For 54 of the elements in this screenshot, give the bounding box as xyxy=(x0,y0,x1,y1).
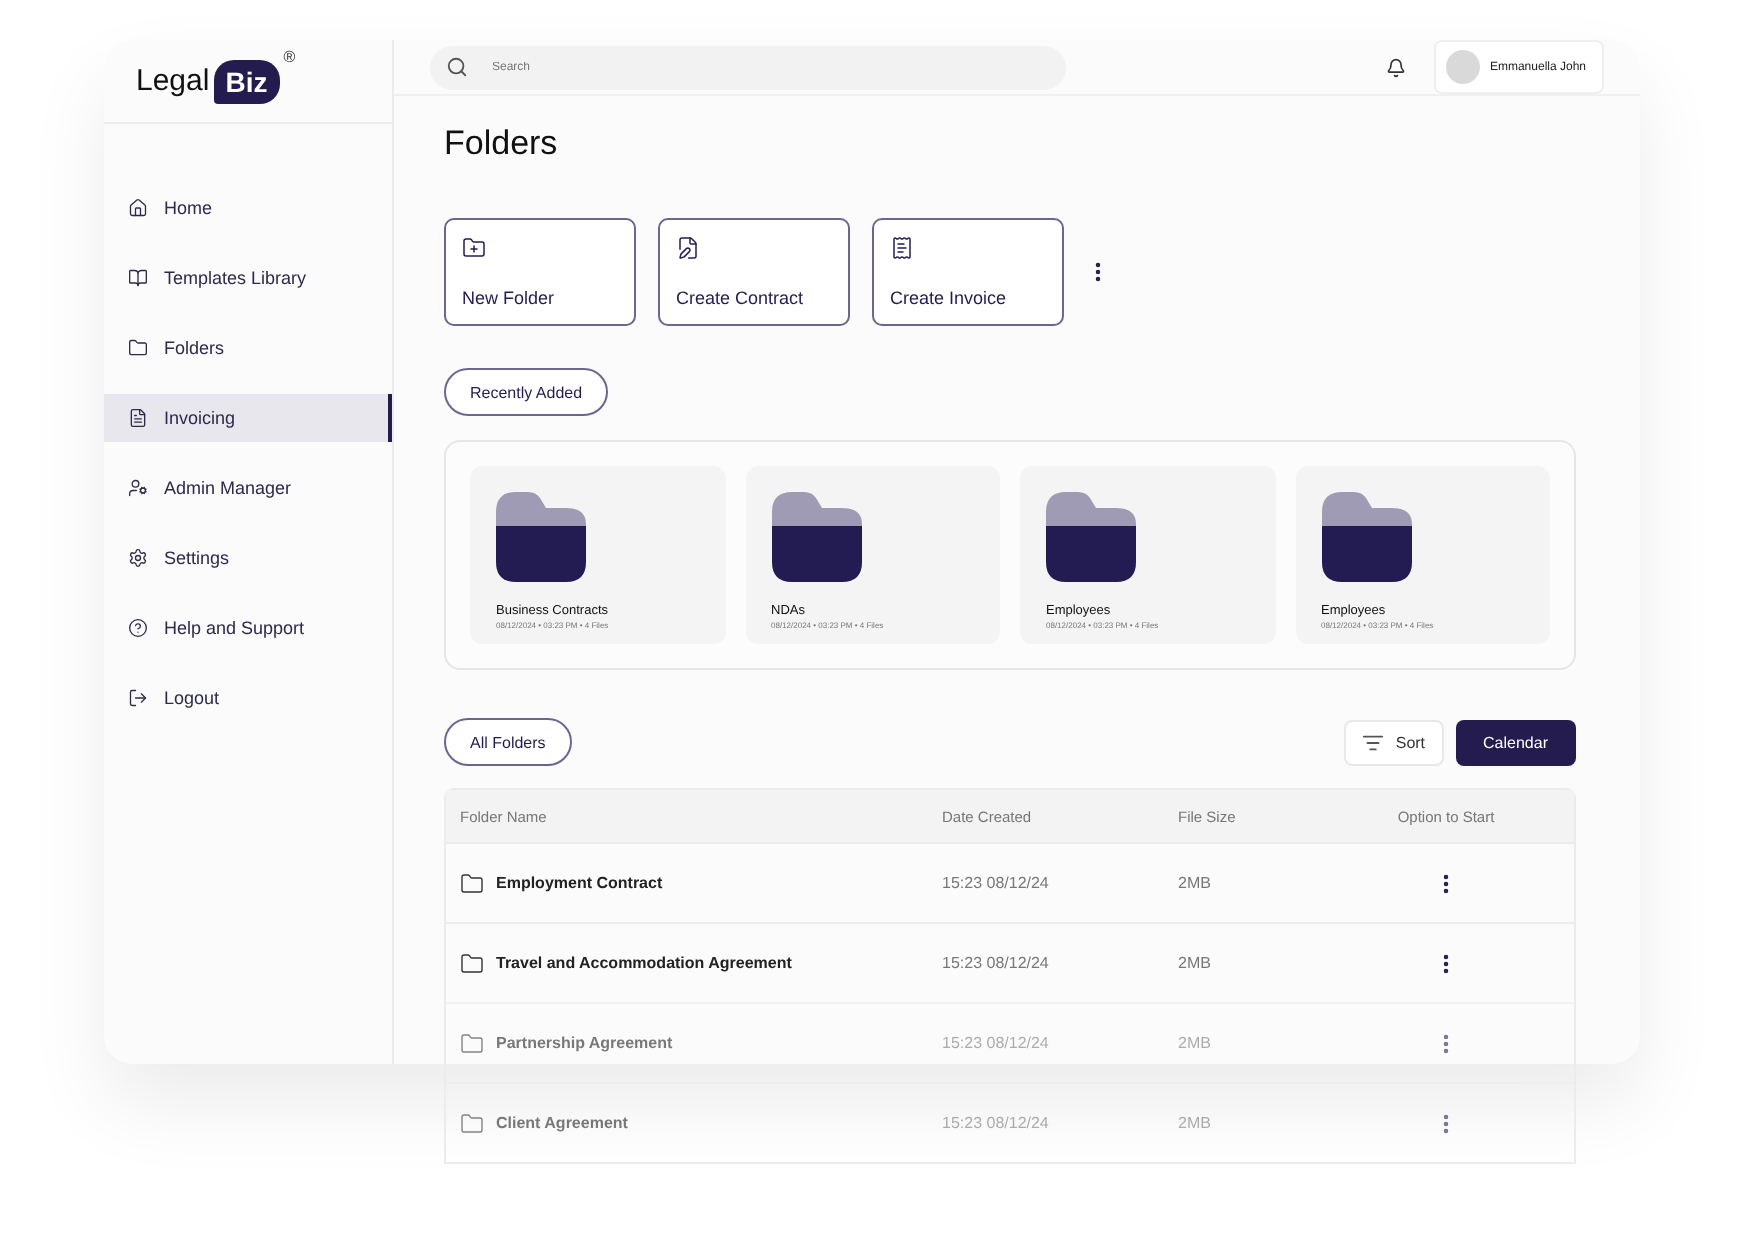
table-cell-text: 2MB xyxy=(1178,1114,1213,1132)
notification-bell-icon[interactable] xyxy=(1385,57,1406,77)
settings-icon xyxy=(128,548,148,568)
folder-name[interactable]: Travel and Accommodation Agreement xyxy=(496,954,792,972)
folder-icon xyxy=(460,871,484,895)
registered-mark: ® xyxy=(283,47,296,65)
folder-icon xyxy=(128,338,148,358)
folder-name[interactable]: Partnership Agreement xyxy=(496,1034,673,1052)
sort-button[interactable]: Sort xyxy=(1343,719,1444,765)
sidebar-item[interactable]: Invoicing xyxy=(104,394,392,442)
book-icon xyxy=(128,268,148,288)
logo-text: Legal xyxy=(136,64,210,98)
action-card[interactable]: Create Contract xyxy=(658,218,850,326)
folder-drawing xyxy=(1046,492,1136,582)
folder-name[interactable]: Client Agreement xyxy=(496,1114,628,1132)
table-cell-text: 2MB xyxy=(1178,954,1213,972)
table-cell-text: 15:23 08/12/24 xyxy=(942,1034,1051,1052)
table-cell-text: 15:23 08/12/24 xyxy=(942,874,1051,892)
folder-drawing xyxy=(1321,492,1411,582)
user-gear-icon xyxy=(128,478,148,498)
filter-icon xyxy=(1361,731,1384,753)
sidebar-item[interactable]: Home xyxy=(104,184,392,232)
calendar-button[interactable]: Calendar xyxy=(1455,719,1576,765)
page-title: Folders xyxy=(444,124,560,164)
document-pen-icon xyxy=(676,236,700,260)
sidebar-item[interactable]: Templates Library xyxy=(104,254,392,302)
home-icon xyxy=(128,198,148,218)
table-cell-text: 2MB xyxy=(1178,874,1213,892)
sidebar-item[interactable]: Logout xyxy=(104,674,392,722)
all-folders-tab[interactable]: All Folders xyxy=(444,718,572,766)
table-cell-text: 2MB xyxy=(1178,1034,1213,1052)
sidebar-item[interactable]: Folders xyxy=(104,324,392,372)
recently-added-tab[interactable]: Recently Added xyxy=(444,368,609,416)
logo-badge: Biz xyxy=(213,59,280,103)
search-icon xyxy=(446,56,468,78)
logout-icon xyxy=(128,688,148,708)
avatar xyxy=(1445,50,1480,84)
action-card[interactable]: New Folder xyxy=(444,218,636,326)
sidebar-item[interactable]: Settings xyxy=(104,534,392,582)
folder-drawing xyxy=(771,492,861,582)
folder-icon xyxy=(460,1031,484,1055)
document-icon xyxy=(128,408,148,428)
folder-drawing xyxy=(496,492,586,582)
table-cell-text: 15:23 08/12/24 xyxy=(942,954,1051,972)
receipt-icon xyxy=(890,236,914,260)
action-card[interactable]: Create Invoice xyxy=(872,218,1064,326)
help-icon xyxy=(128,618,148,638)
folder-name[interactable]: Employment Contract xyxy=(496,874,663,892)
folder-plus-icon xyxy=(462,236,486,260)
table-cell-text: 15:23 08/12/24 xyxy=(942,1114,1051,1132)
sidebar-item[interactable]: Admin Manager xyxy=(104,464,392,512)
folder-icon xyxy=(460,951,484,975)
folder-icon xyxy=(460,1111,484,1135)
sidebar-item[interactable]: Help and Support xyxy=(104,604,392,652)
